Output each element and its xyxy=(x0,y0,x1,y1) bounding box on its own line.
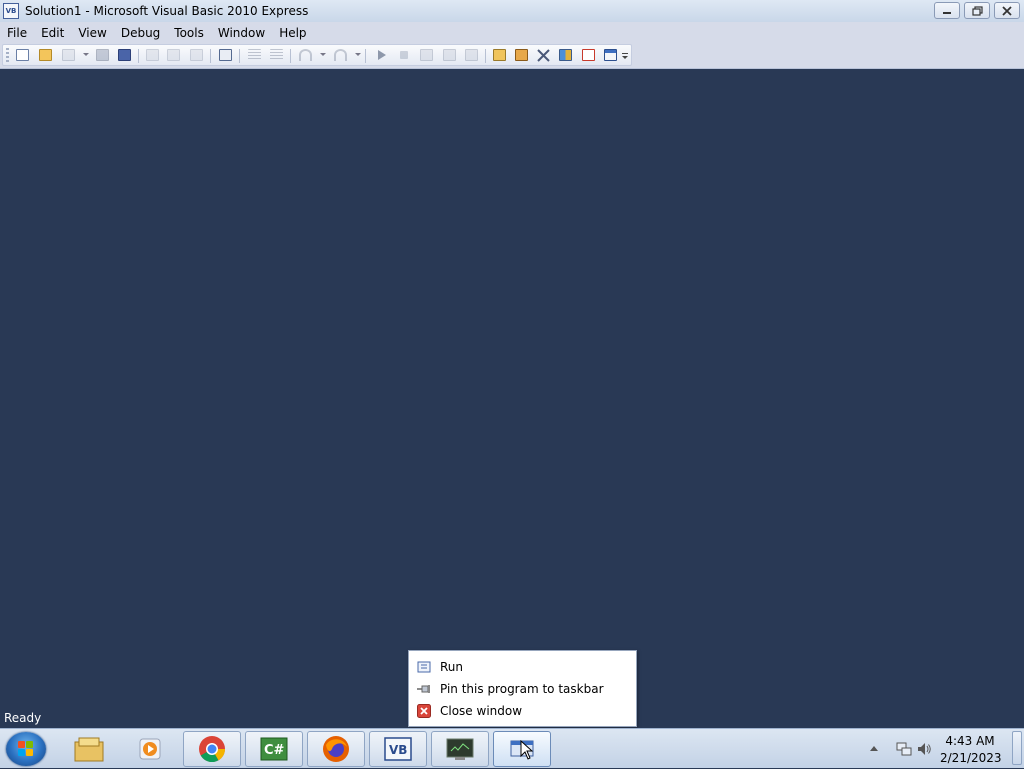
toolbar-separator xyxy=(290,49,291,63)
comment-icon[interactable] xyxy=(245,47,263,63)
jump-list-label: Close window xyxy=(440,704,523,718)
undo-dropdown-icon[interactable] xyxy=(320,53,326,56)
toolbar-separator xyxy=(485,49,486,63)
show-desktop-button[interactable] xyxy=(1012,731,1022,765)
network-icon[interactable] xyxy=(896,741,912,757)
status-text: Ready xyxy=(4,710,42,725)
jump-list-label: Pin this program to taskbar xyxy=(440,682,604,696)
copy-icon[interactable] xyxy=(164,47,182,63)
toolbar-separator xyxy=(365,49,366,63)
taskbar-console-app[interactable] xyxy=(431,731,489,767)
menu-file[interactable]: File xyxy=(0,26,34,40)
jump-list-label: Run xyxy=(440,660,464,674)
restore-icon xyxy=(971,5,983,16)
start-page-icon[interactable] xyxy=(601,47,619,63)
csharp-express-icon: C# xyxy=(260,737,288,761)
volume-icon[interactable] xyxy=(916,741,932,757)
undo-icon[interactable] xyxy=(296,47,314,63)
title-bar[interactable]: VB Solution1 - Microsoft Visual Basic 20… xyxy=(0,0,1024,22)
run-program-icon xyxy=(417,661,431,673)
taskbar: C# VB 4:43 AM 2/21/2023 xyxy=(0,728,1024,768)
taskbar-jump-list: Run Pin this program to taskbar Close wi… xyxy=(408,650,637,727)
chrome-icon xyxy=(199,736,226,763)
toolbar-grip[interactable] xyxy=(6,48,9,63)
clock-time: 4:43 AM xyxy=(945,734,995,748)
restore-button[interactable] xyxy=(964,2,990,19)
save-all-icon[interactable] xyxy=(115,47,133,63)
step-over-icon[interactable] xyxy=(440,47,458,63)
menu-view[interactable]: View xyxy=(71,26,113,40)
find-in-files-icon[interactable] xyxy=(216,47,234,63)
taskbar-media-player[interactable] xyxy=(121,731,179,767)
standard-toolbar xyxy=(0,43,1024,69)
redo-icon[interactable] xyxy=(331,47,349,63)
taskbar-windows-explorer[interactable] xyxy=(60,731,118,767)
ide-workspace xyxy=(0,69,1024,707)
close-icon xyxy=(1002,5,1012,16)
taskbar-chrome[interactable] xyxy=(183,731,241,767)
open-file-icon[interactable] xyxy=(36,47,54,63)
taskbar-clock[interactable]: 4:43 AM 2/21/2023 xyxy=(940,733,1002,767)
close-button[interactable] xyxy=(994,2,1020,19)
toolbar-options-icon[interactable] xyxy=(620,47,630,63)
vb-app-icon[interactable]: VB xyxy=(3,3,19,19)
menu-help[interactable]: Help xyxy=(272,26,313,40)
jump-list-close-window[interactable]: Close window xyxy=(417,701,632,721)
clock-date: 2/21/2023 xyxy=(940,751,1002,765)
paste-icon[interactable] xyxy=(187,47,205,63)
step-into-icon[interactable] xyxy=(417,47,435,63)
pin-icon xyxy=(417,685,430,693)
extension-manager-icon[interactable] xyxy=(579,47,597,63)
taskbar-csharp-express[interactable]: C# xyxy=(245,731,303,767)
show-hidden-icons-arrow[interactable] xyxy=(870,746,878,751)
menu-window[interactable]: Window xyxy=(211,26,272,40)
taskbar-vb-express[interactable]: VB xyxy=(369,731,427,767)
cut-icon[interactable] xyxy=(143,47,161,63)
save-icon[interactable] xyxy=(93,47,111,63)
windows-explorer-icon xyxy=(74,737,104,762)
toolbar-separator xyxy=(239,49,240,63)
menu-debug[interactable]: Debug xyxy=(114,26,167,40)
console-app-icon xyxy=(446,738,474,760)
taskbar-firefox[interactable] xyxy=(307,731,365,767)
stop-debugging-icon[interactable] xyxy=(395,47,413,63)
windows-start-icon xyxy=(18,741,34,757)
mouse-cursor-icon xyxy=(520,740,534,760)
properties-icon[interactable] xyxy=(556,47,574,63)
toolbox-icon[interactable] xyxy=(534,47,552,63)
media-player-icon xyxy=(139,738,161,760)
minimize-button[interactable] xyxy=(934,2,960,19)
new-project-icon[interactable] xyxy=(13,47,31,63)
minimize-icon xyxy=(943,11,951,14)
svg-text:VB: VB xyxy=(389,743,407,757)
start-button[interactable] xyxy=(6,732,46,766)
toolstrip xyxy=(2,44,632,66)
redo-dropdown-icon[interactable] xyxy=(355,53,361,56)
jump-list-run[interactable]: Run xyxy=(417,657,632,677)
svg-text:C#: C# xyxy=(264,743,285,758)
step-out-icon[interactable] xyxy=(462,47,480,63)
toolbar-separator xyxy=(138,49,139,63)
toolbar-separator xyxy=(210,49,211,63)
vb-express-icon: VB xyxy=(384,737,412,761)
jump-list-pin[interactable]: Pin this program to taskbar xyxy=(417,679,632,699)
menu-bar: File Edit View Debug Tools Window Help xyxy=(0,22,1024,43)
find-symbol-icon[interactable] xyxy=(490,47,508,63)
firefox-icon xyxy=(323,736,349,762)
menu-edit[interactable]: Edit xyxy=(34,26,71,40)
close-window-icon xyxy=(417,704,431,718)
window-title: Solution1 - Microsoft Visual Basic 2010 … xyxy=(25,4,309,18)
start-debugging-icon[interactable] xyxy=(373,47,391,63)
uncomment-icon[interactable] xyxy=(267,47,285,63)
add-item-dropdown-icon[interactable] xyxy=(83,53,89,56)
add-item-icon[interactable] xyxy=(59,47,77,63)
menu-tools[interactable]: Tools xyxy=(167,26,211,40)
object-browser-icon[interactable] xyxy=(512,47,530,63)
